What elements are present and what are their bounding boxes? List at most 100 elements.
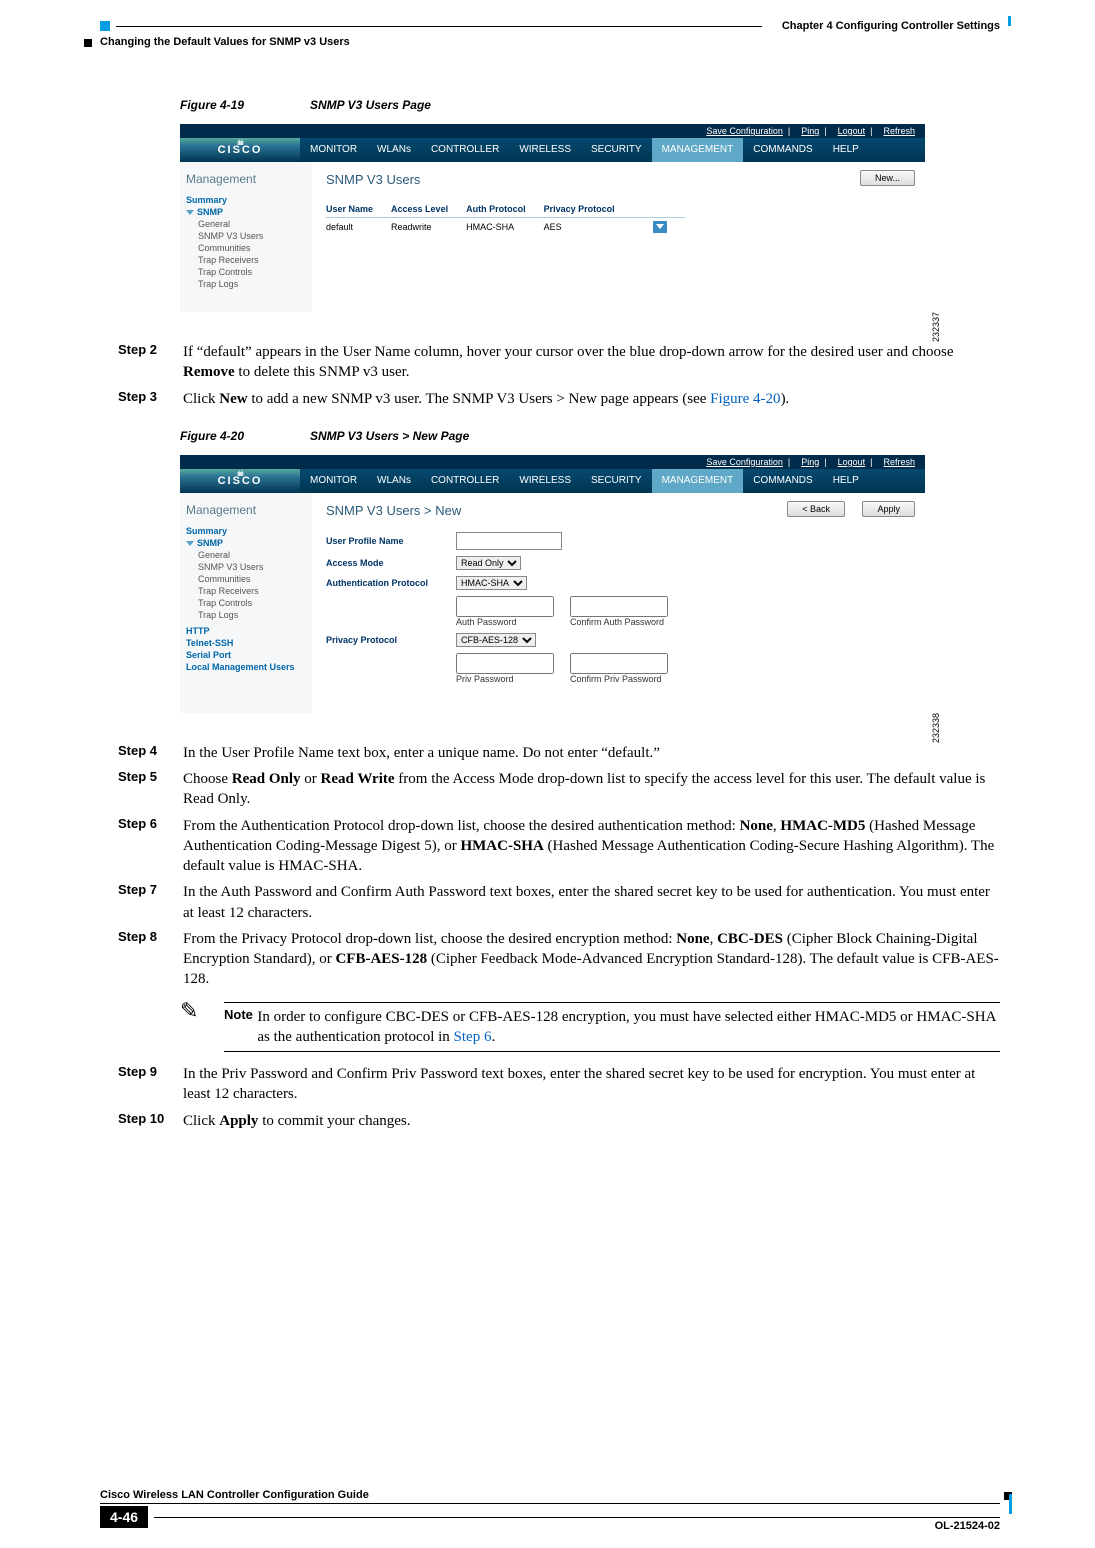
section-heading: Changing the Default Values for SNMP v3 …	[100, 36, 1000, 48]
step-4-text: In the User Profile Name text box, enter…	[183, 743, 1000, 763]
figure-id: 232338	[931, 713, 941, 743]
page-title: SNMP V3 Users	[326, 172, 911, 187]
sidebar-snmp-v3-users[interactable]: SNMP V3 Users	[186, 230, 306, 242]
step-10-text: Click Apply to commit your changes.	[183, 1111, 1000, 1131]
link-save-config[interactable]: Save Configuration	[706, 457, 783, 467]
sidebar-trap-logs[interactable]: Trap Logs	[186, 278, 306, 290]
sidebar-communities[interactable]: Communities	[186, 573, 306, 585]
link-step-6[interactable]: Step 6	[454, 1029, 492, 1045]
step-6-text: From the Authentication Protocol drop-do…	[183, 816, 1000, 877]
menu-monitor[interactable]: MONITOR	[300, 469, 367, 493]
step-9-label: Step 9	[118, 1064, 183, 1105]
link-ping[interactable]: Ping	[801, 126, 819, 136]
step-2-text: If “default” appears in the User Name co…	[183, 342, 1000, 383]
menu-security[interactable]: SECURITY	[581, 138, 652, 162]
figure-19-caption: Figure 4-19SNMP V3 Users Page	[180, 98, 1000, 112]
step-8-text: From the Privacy Protocol drop-down list…	[183, 929, 1000, 990]
row-dropdown-icon[interactable]	[653, 221, 667, 233]
sidebar-trap-controls[interactable]: Trap Controls	[186, 597, 306, 609]
link-save-config[interactable]: Save Configuration	[706, 126, 783, 136]
link-ping[interactable]: Ping	[801, 457, 819, 467]
auth-password-input[interactable]	[456, 596, 554, 617]
label-priv-password: Priv Password	[456, 674, 514, 684]
menu-security[interactable]: SECURITY	[581, 469, 652, 493]
sidebar-general[interactable]: General	[186, 549, 306, 561]
back-button[interactable]: < Back	[787, 501, 845, 517]
step-3-text: Click New to add a new SNMP v3 user. The…	[183, 389, 1000, 409]
menu-management[interactable]: MANAGEMENT	[652, 138, 744, 162]
col-auth-protocol: Auth Protocol	[466, 201, 544, 218]
link-figure-4-20[interactable]: Figure 4-20	[710, 391, 780, 407]
step-9-text: In the Priv Password and Confirm Priv Pa…	[183, 1064, 1000, 1105]
new-button[interactable]: New...	[860, 170, 915, 186]
menu-help[interactable]: HELP	[823, 138, 869, 162]
sidebar-title: Management	[186, 503, 306, 517]
sidebar-trap-logs[interactable]: Trap Logs	[186, 609, 306, 621]
sidebar-trap-receivers[interactable]: Trap Receivers	[186, 254, 306, 266]
table-row: default Readwrite HMAC-SHA AES	[326, 218, 685, 237]
sidebar-summary[interactable]: Summary	[186, 525, 306, 537]
note-pencil-icon: ✎	[180, 998, 198, 1024]
sidebar-snmp[interactable]: SNMP	[186, 537, 306, 549]
menu-controller[interactable]: CONTROLLER	[421, 469, 509, 493]
sidebar-telnet-ssh[interactable]: Telnet-SSH	[186, 637, 306, 649]
step-8-label: Step 8	[118, 929, 183, 990]
chevron-down-icon	[186, 541, 194, 546]
menu-monitor[interactable]: MONITOR	[300, 138, 367, 162]
doc-id: OL-21524-02	[935, 1520, 1000, 1532]
confirm-auth-password-input[interactable]	[570, 596, 668, 617]
menu-wireless[interactable]: WIRELESS	[509, 469, 581, 493]
sidebar-snmp[interactable]: SNMP	[186, 206, 306, 218]
menu-help[interactable]: HELP	[823, 469, 869, 493]
sidebar-local-mgmt-users[interactable]: Local Management Users	[186, 661, 306, 673]
sidebar-trap-controls[interactable]: Trap Controls	[186, 266, 306, 278]
link-logout[interactable]: Logout	[838, 457, 866, 467]
step-4-label: Step 4	[118, 743, 183, 763]
label-privacy-protocol: Privacy Protocol	[326, 635, 456, 645]
menu-commands[interactable]: COMMANDS	[743, 138, 822, 162]
screenshot-snmp-users: Save Configuration | Ping | Logout | Ref…	[180, 124, 925, 312]
privacy-protocol-select[interactable]: CFB-AES-128	[456, 633, 536, 647]
step-7-label: Step 7	[118, 882, 183, 923]
sidebar-trap-receivers[interactable]: Trap Receivers	[186, 585, 306, 597]
page-number: 4-46	[100, 1506, 148, 1528]
step-6-label: Step 6	[118, 816, 183, 877]
step-7-text: In the Auth Password and Confirm Auth Pa…	[183, 882, 1000, 923]
sidebar-http[interactable]: HTTP	[186, 625, 306, 637]
apply-button[interactable]: Apply	[862, 501, 915, 517]
menu-management[interactable]: MANAGEMENT	[652, 469, 744, 493]
sidebar-summary[interactable]: Summary	[186, 194, 306, 206]
menu-wlans[interactable]: WLANs	[367, 469, 421, 493]
link-logout[interactable]: Logout	[838, 126, 866, 136]
sidebar-title: Management	[186, 172, 306, 186]
screenshot-snmp-users-new: Save Configuration | Ping | Logout | Ref…	[180, 455, 925, 713]
menu-commands[interactable]: COMMANDS	[743, 469, 822, 493]
priv-password-input[interactable]	[456, 653, 554, 674]
step-3-label: Step 3	[118, 389, 183, 409]
sidebar-serial-port[interactable]: Serial Port	[186, 649, 306, 661]
col-privacy-protocol: Privacy Protocol	[544, 201, 633, 218]
cisco-logo: ılıılıCISCO	[180, 469, 300, 493]
link-refresh[interactable]: Refresh	[883, 126, 915, 136]
menu-wireless[interactable]: WIRELESS	[509, 138, 581, 162]
chevron-down-icon	[186, 210, 194, 215]
user-profile-name-input[interactable]	[456, 532, 562, 550]
label-access-mode: Access Mode	[326, 558, 456, 568]
confirm-priv-password-input[interactable]	[570, 653, 668, 674]
cisco-logo: ılıılıCISCO	[180, 138, 300, 162]
note-label: Note	[224, 1007, 257, 1048]
auth-protocol-select[interactable]: HMAC-SHA	[456, 576, 527, 590]
step-2-label: Step 2	[118, 342, 183, 383]
access-mode-select[interactable]: Read Only	[456, 556, 521, 570]
menu-controller[interactable]: CONTROLLER	[421, 138, 509, 162]
menu-wlans[interactable]: WLANs	[367, 138, 421, 162]
sidebar-general[interactable]: General	[186, 218, 306, 230]
step-5-text: Choose Read Only or Read Write from the …	[183, 769, 1000, 810]
chapter-heading: Chapter 4 Configuring Controller Setting…	[782, 20, 1000, 32]
col-access-level: Access Level	[391, 201, 466, 218]
link-refresh[interactable]: Refresh	[883, 457, 915, 467]
sidebar-communities[interactable]: Communities	[186, 242, 306, 254]
label-confirm-priv-password: Confirm Priv Password	[570, 674, 662, 684]
label-auth-protocol: Authentication Protocol	[326, 578, 456, 588]
sidebar-snmp-v3-users[interactable]: SNMP V3 Users	[186, 561, 306, 573]
